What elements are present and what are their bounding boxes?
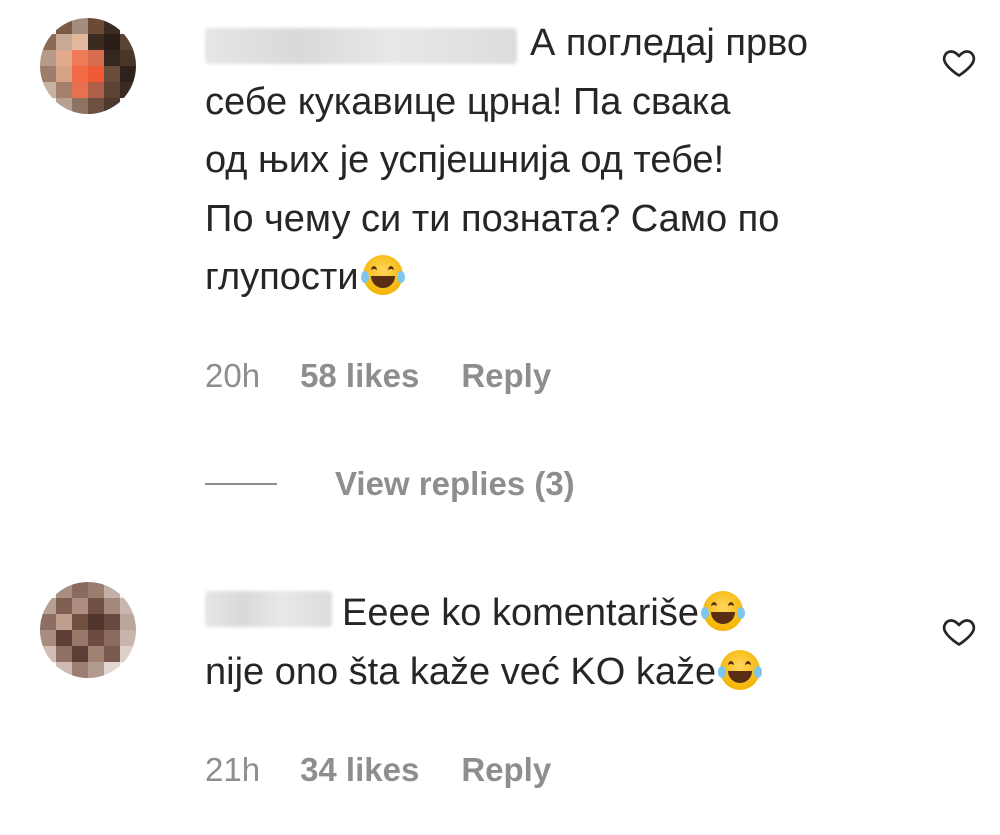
heart-icon[interactable] [940, 44, 978, 80]
comment-2: Eeee ko komentariše nije ono šta kaže ve… [0, 560, 1000, 835]
heart-icon[interactable] [940, 613, 978, 649]
view-replies-button[interactable]: View replies (3) [205, 462, 575, 506]
comment-meta: 20h 58 likes Reply [205, 357, 551, 395]
face-with-tears-of-joy-emoji [360, 255, 405, 295]
reply-button[interactable]: Reply [461, 357, 551, 395]
likes-count[interactable]: 58 likes [300, 357, 419, 395]
avatar[interactable] [40, 18, 136, 114]
comment-meta: 21h 34 likes Reply [205, 751, 551, 789]
likes-count[interactable]: 34 likes [300, 751, 419, 789]
face-with-tears-of-joy-emoji [700, 591, 745, 631]
divider-line [205, 483, 277, 485]
comment-1: А погледај прво себе кукавице црна! Па с… [0, 0, 1000, 520]
timestamp[interactable]: 20h [205, 357, 260, 395]
view-replies-label[interactable]: View replies (3) [335, 465, 575, 503]
comment-text: Eeee ko komentariše nije ono šta kaže ve… [205, 584, 925, 702]
timestamp[interactable]: 21h [205, 751, 260, 789]
reply-button[interactable]: Reply [461, 751, 551, 789]
avatar[interactable] [40, 582, 136, 678]
comment-text: А погледај прво себе кукавице црна! Па с… [205, 22, 809, 298]
face-with-tears-of-joy-emoji [718, 650, 763, 690]
